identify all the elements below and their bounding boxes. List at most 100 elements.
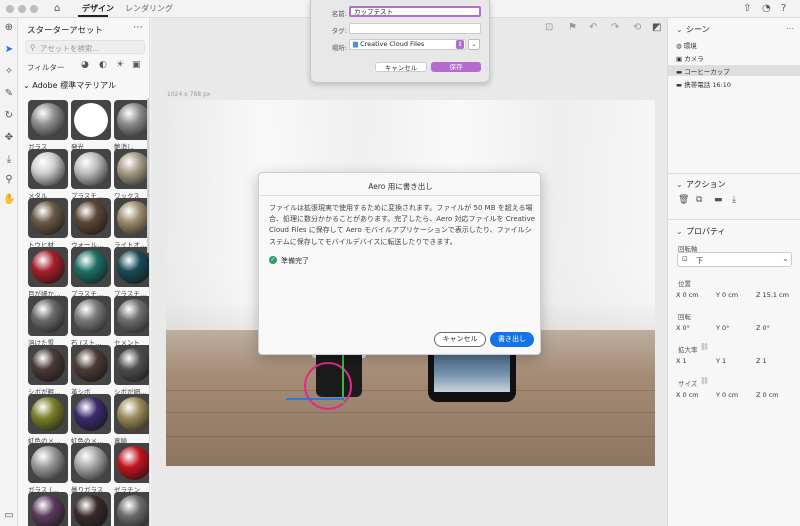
orbit-tool-icon[interactable]: ↻ bbox=[3, 110, 15, 122]
position-z-field[interactable]: Z 15.1 cm bbox=[756, 291, 789, 299]
minimize-window-button[interactable] bbox=[18, 5, 26, 13]
material-thumbnail[interactable] bbox=[28, 443, 68, 483]
material-thumbnail[interactable] bbox=[71, 198, 111, 238]
location-select[interactable]: ▆ Creative Cloud Files bbox=[349, 39, 466, 50]
location-stepper-icon[interactable]: ⇕ bbox=[456, 40, 464, 49]
position-y-field[interactable]: Y 0 cm bbox=[716, 291, 738, 299]
material-thumbnail[interactable] bbox=[114, 100, 149, 140]
material-thumbnail[interactable] bbox=[28, 345, 68, 385]
delete-icon[interactable]: 🗑 bbox=[678, 195, 689, 205]
undo-icon[interactable]: ↶ bbox=[589, 22, 597, 33]
material-thumbnail[interactable] bbox=[28, 198, 68, 238]
material-thumbnail[interactable] bbox=[71, 443, 111, 483]
material-thumbnail[interactable] bbox=[71, 100, 111, 140]
material-thumbnail[interactable] bbox=[28, 149, 68, 189]
material-thumbnail[interactable] bbox=[114, 492, 149, 526]
zoom-window-button[interactable] bbox=[30, 5, 38, 13]
material-thumbnail[interactable] bbox=[71, 247, 111, 287]
more-options-icon[interactable]: ⋯ bbox=[786, 24, 794, 33]
link-icon[interactable]: ⛓ bbox=[700, 377, 709, 385]
move-tool-icon[interactable]: ✥ bbox=[3, 132, 15, 144]
material-thumbnail[interactable] bbox=[114, 296, 149, 336]
share-icon[interactable]: ⇧ bbox=[743, 3, 751, 14]
scene-item-camera[interactable]: ▣ カメラ bbox=[676, 53, 704, 63]
magic-select-icon[interactable]: ✧ bbox=[3, 66, 15, 78]
scene-item-environment[interactable]: ◍ 環境 bbox=[676, 40, 697, 50]
sampler-tool-icon[interactable]: ✎ bbox=[3, 88, 15, 100]
material-thumbnail[interactable] bbox=[114, 247, 149, 287]
scene-item-coffee-cup[interactable]: ▬ コーヒーカップ bbox=[676, 66, 730, 76]
name-field[interactable]: カップテスト bbox=[349, 6, 481, 17]
history-icon[interactable]: ⟲ bbox=[633, 22, 641, 33]
rotation-x-field[interactable]: X 0° bbox=[676, 324, 690, 332]
filter-image-icon[interactable]: ▣ bbox=[132, 60, 141, 70]
material-thumbnail[interactable] bbox=[114, 345, 149, 385]
move-gizmo-y[interactable] bbox=[342, 354, 344, 404]
expand-chevron-icon[interactable]: ⌄ bbox=[468, 39, 480, 50]
zoom-tool-icon[interactable]: ⚲ bbox=[3, 174, 15, 186]
hand-tool-icon[interactable]: ✋ bbox=[3, 194, 15, 206]
render-preview-icon[interactable]: ◩ bbox=[652, 22, 661, 33]
move-gizmo-x[interactable] bbox=[286, 398, 344, 400]
scale-x-field[interactable]: X 1 bbox=[676, 357, 687, 365]
size-z-field[interactable]: Z 0 cm bbox=[756, 391, 779, 399]
rotation-y-field[interactable]: Y 0° bbox=[716, 324, 729, 332]
rotation-axis-select[interactable]: ⊡ 下 ⌄ bbox=[677, 252, 792, 267]
frame-icon[interactable]: ⊡ bbox=[545, 22, 553, 33]
material-thumbnail[interactable] bbox=[28, 492, 68, 526]
export-button[interactable]: 書き出し bbox=[490, 332, 534, 347]
rotation-z-field[interactable]: Z 0° bbox=[756, 324, 770, 332]
material-thumbnail[interactable] bbox=[71, 492, 111, 526]
material-thumbnail[interactable] bbox=[71, 296, 111, 336]
link-icon[interactable]: ⛓ bbox=[700, 343, 709, 351]
material-thumbnail[interactable] bbox=[114, 394, 149, 434]
rotate-gizmo[interactable] bbox=[304, 362, 352, 410]
scale-y-field[interactable]: Y 1 bbox=[716, 357, 726, 365]
tag-field[interactable] bbox=[349, 23, 481, 34]
more-options-icon[interactable]: ⋯ bbox=[133, 22, 143, 33]
section-header[interactable]: ⌄ Adobe 標準マテリアル bbox=[23, 80, 116, 91]
cancel-export-button[interactable]: キャンセル bbox=[434, 332, 486, 347]
material-thumbnail[interactable] bbox=[71, 345, 111, 385]
chevron-down-icon[interactable]: ⌄ bbox=[676, 25, 683, 34]
chevron-down-icon[interactable]: ⌄ bbox=[676, 227, 683, 236]
filter-light-icon[interactable]: ◐ bbox=[99, 60, 107, 70]
scene-item-phone[interactable]: ▬ 携帯電話 16:10 bbox=[676, 79, 731, 89]
material-thumbnail[interactable] bbox=[28, 394, 68, 434]
duplicate-icon[interactable]: ⧉ bbox=[696, 195, 702, 205]
asset-search-input[interactable]: ⚲ アセットを検索... bbox=[25, 40, 145, 54]
material-thumbnail[interactable] bbox=[114, 149, 149, 189]
position-x-field[interactable]: X 0 cm bbox=[676, 291, 699, 299]
material-thumbnail[interactable] bbox=[114, 198, 149, 238]
tab-rendering[interactable]: レンダリング bbox=[125, 3, 173, 14]
add-icon[interactable]: ⊕ bbox=[3, 22, 15, 34]
filter-material-icon[interactable]: ◕ bbox=[81, 60, 89, 70]
redo-icon[interactable]: ↷ bbox=[611, 22, 619, 33]
home-icon[interactable]: ⌂ bbox=[54, 3, 60, 14]
select-tool-icon[interactable]: ➤ bbox=[3, 44, 15, 56]
material-thumbnail[interactable] bbox=[114, 443, 149, 483]
material-thumbnail[interactable] bbox=[71, 394, 111, 434]
size-x-field[interactable]: X 0 cm bbox=[676, 391, 699, 399]
group-icon[interactable]: ▬ bbox=[714, 195, 723, 205]
close-window-button[interactable] bbox=[6, 5, 14, 13]
notification-icon[interactable]: ◔ bbox=[762, 3, 771, 14]
panel-toggle-icon[interactable]: ▭ bbox=[3, 510, 15, 522]
material-thumbnail[interactable] bbox=[71, 149, 111, 189]
scrollbar[interactable] bbox=[147, 98, 149, 253]
save-button[interactable]: 保存 bbox=[431, 62, 481, 72]
material-thumbnail[interactable] bbox=[28, 100, 68, 140]
camera-bookmark-icon[interactable]: ⚑ bbox=[568, 22, 577, 33]
cancel-button[interactable]: キャンセル bbox=[375, 62, 427, 72]
drop-to-ground-icon[interactable]: ⤓ bbox=[732, 195, 736, 205]
help-icon[interactable]: ? bbox=[781, 3, 786, 14]
material-thumbnail[interactable] bbox=[28, 296, 68, 336]
scale-z-field[interactable]: Z 1 bbox=[756, 357, 767, 365]
rotation-label: 回転 bbox=[678, 313, 691, 321]
tab-design[interactable]: デザイン bbox=[82, 3, 114, 14]
filter-sun-icon[interactable]: ☀ bbox=[116, 60, 124, 70]
size-y-field[interactable]: Y 0 cm bbox=[716, 391, 738, 399]
drop-tool-icon[interactable]: ⤓ bbox=[3, 154, 15, 166]
material-thumbnail[interactable] bbox=[28, 247, 68, 287]
chevron-down-icon[interactable]: ⌄ bbox=[676, 180, 683, 189]
